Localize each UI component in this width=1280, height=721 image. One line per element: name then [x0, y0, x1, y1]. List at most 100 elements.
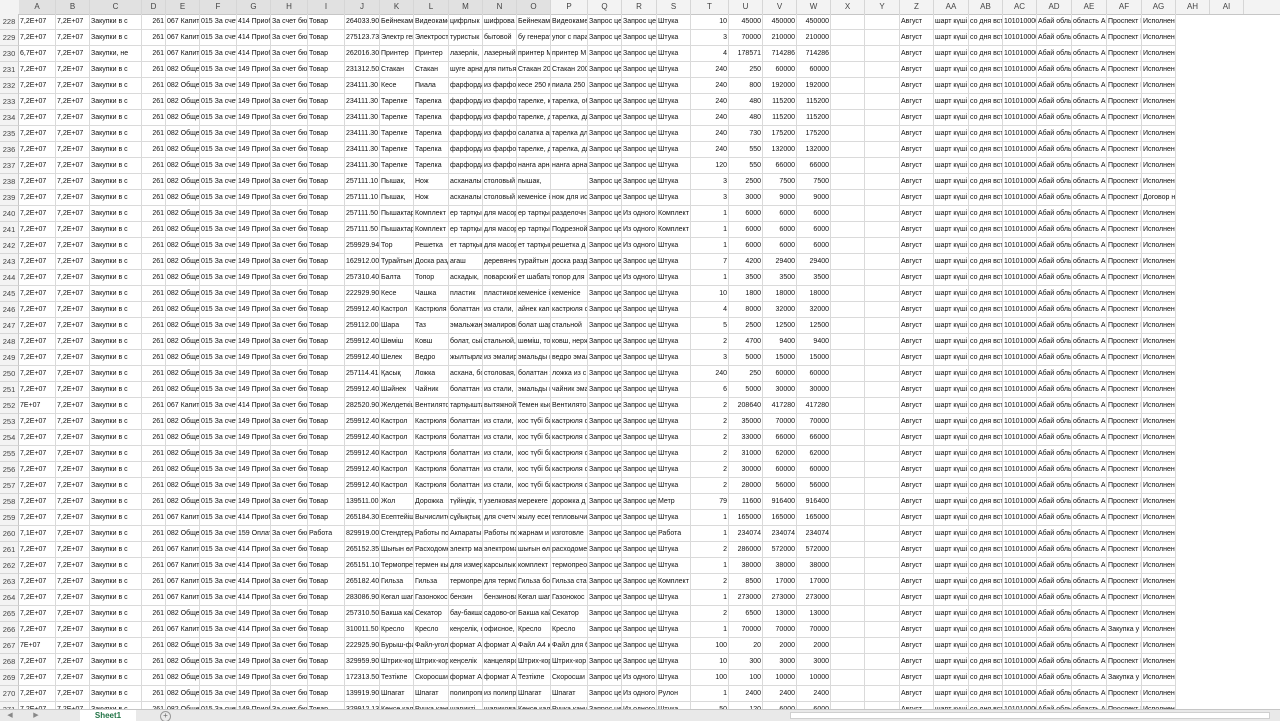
cell[interactable]: 082 Общег: [166, 606, 200, 622]
cell[interactable]: Август: [900, 110, 934, 126]
cell[interactable]: 261: [142, 622, 166, 638]
cell[interactable]: Товар: [308, 462, 345, 478]
cell[interactable]: 35000: [729, 414, 763, 430]
cell[interactable]: 015 За счет: [200, 526, 237, 542]
cell[interactable]: Бурыш-фа: [380, 638, 414, 654]
column-header-a[interactable]: A: [19, 0, 56, 14]
cell[interactable]: болат шар: [517, 318, 551, 334]
cell[interactable]: 18000: [763, 286, 797, 302]
cell[interactable]: шарт күшi: [934, 542, 969, 558]
cell[interactable]: 7,2E+07: [19, 238, 56, 254]
cell[interactable]: 6000: [763, 238, 797, 254]
cell[interactable]: Штука: [657, 510, 691, 526]
cell[interactable]: столовый: [483, 190, 517, 206]
sheet-tab-sheet1[interactable]: Sheet1: [80, 710, 136, 721]
column-header-r[interactable]: R: [622, 0, 657, 14]
cell[interactable]: Кастрюля: [414, 302, 449, 318]
cell[interactable]: область Абай, г.Семей: [1072, 286, 1107, 302]
cell[interactable]: Секатор: [551, 606, 588, 622]
cell[interactable]: Товар: [308, 510, 345, 526]
cell[interactable]: [831, 222, 865, 238]
cell[interactable]: область Абай, г.Семей: [1072, 190, 1107, 206]
cell[interactable]: [865, 526, 900, 542]
cell[interactable]: Абай облы: [1037, 350, 1072, 366]
cell[interactable]: 082 Общег: [166, 494, 200, 510]
cell[interactable]: 60000: [797, 62, 831, 78]
cell[interactable]: Кенсе кала: [517, 702, 551, 709]
cell[interactable]: область Абай, г.Семей: [1072, 334, 1107, 350]
cell[interactable]: 714286: [797, 46, 831, 62]
cell[interactable]: 015 За счет: [200, 398, 237, 414]
cell[interactable]: 257310.50: [345, 606, 380, 622]
cell[interactable]: 149 Приоб: [237, 142, 271, 158]
cell[interactable]: 015 За счет: [200, 318, 237, 334]
cell[interactable]: 149 Приоб: [237, 702, 271, 709]
cell[interactable]: область Абай, г.Семей: [1072, 78, 1107, 94]
cell[interactable]: шарт күшi: [934, 126, 969, 142]
cell[interactable]: За счет бю: [271, 302, 308, 318]
cell[interactable]: 7,2E+07: [19, 286, 56, 302]
cell[interactable]: Запрос це: [588, 286, 622, 302]
cell[interactable]: Август: [900, 686, 934, 702]
cell[interactable]: Абай облы: [1037, 46, 1072, 62]
cell[interactable]: 261: [142, 702, 166, 709]
cell[interactable]: 259912.40: [345, 446, 380, 462]
cell[interactable]: Тарелка: [414, 110, 449, 126]
cell[interactable]: [865, 638, 900, 654]
cell[interactable]: 265151.10: [345, 558, 380, 574]
cell[interactable]: Исполнен: [1142, 238, 1176, 254]
horizontal-scrollbar[interactable]: [790, 712, 1270, 719]
cell[interactable]: кастрюля с: [551, 302, 588, 318]
cell[interactable]: Топор: [414, 270, 449, 286]
cell[interactable]: Запрос це: [588, 46, 622, 62]
cell[interactable]: Запрос це: [622, 158, 657, 174]
cell[interactable]: 7,2E+07: [56, 510, 90, 526]
column-header-ai[interactable]: AI: [1210, 0, 1244, 14]
cell[interactable]: турайтын т: [517, 254, 551, 270]
cell[interactable]: Запрос це: [588, 510, 622, 526]
cell[interactable]: Проспект М: [1107, 350, 1142, 366]
cell[interactable]: из стали, в: [483, 462, 517, 478]
cell[interactable]: 101010000: [1003, 510, 1037, 526]
cell[interactable]: кастрюля с: [551, 446, 588, 462]
cell[interactable]: тарелке, ке: [517, 94, 551, 110]
cell[interactable]: Запрос це: [588, 494, 622, 510]
cell[interactable]: 60000: [763, 462, 797, 478]
cell[interactable]: 2: [691, 398, 729, 414]
cell[interactable]: 101010000: [1003, 222, 1037, 238]
cell[interactable]: болаттан ж: [449, 414, 483, 430]
cell[interactable]: Закупки в с: [90, 78, 142, 94]
cell[interactable]: 101010000: [1003, 446, 1037, 462]
cell[interactable]: 7,2E+07: [19, 686, 56, 702]
cell[interactable]: 082 Общег: [166, 318, 200, 334]
cell[interactable]: Товар: [308, 174, 345, 190]
cell[interactable]: 082 Общег: [166, 654, 200, 670]
row-header[interactable]: 249: [0, 350, 19, 366]
cell[interactable]: За счет бю: [271, 590, 308, 606]
cell[interactable]: Проспект М: [1107, 366, 1142, 382]
cell[interactable]: Пышактар: [380, 222, 414, 238]
cell[interactable]: 101010000: [1003, 462, 1037, 478]
cell[interactable]: 261: [142, 222, 166, 238]
cell[interactable]: Абай облы: [1037, 78, 1072, 94]
cell[interactable]: Август: [900, 238, 934, 254]
cell[interactable]: 7,2E+07: [19, 206, 56, 222]
cell[interactable]: 100: [729, 670, 763, 686]
cell[interactable]: Запрос це: [588, 574, 622, 590]
cell[interactable]: 101010000: [1003, 46, 1037, 62]
cell[interactable]: 015 За счет: [200, 670, 237, 686]
cell[interactable]: Работы по: [414, 526, 449, 542]
cell[interactable]: 7,2E+07: [19, 174, 56, 190]
cell[interactable]: За счет бю: [271, 14, 308, 30]
cell[interactable]: Пиала: [414, 78, 449, 94]
cell[interactable]: Шөміш: [380, 334, 414, 350]
column-header-o[interactable]: O: [517, 0, 551, 14]
cell[interactable]: формат А4: [483, 638, 517, 654]
cell[interactable]: 082 Общег: [166, 142, 200, 158]
cell[interactable]: Штрих-кор: [517, 654, 551, 670]
cell[interactable]: 234074: [797, 526, 831, 542]
cell[interactable]: шарт күшi: [934, 526, 969, 542]
cell[interactable]: 414 Приоб: [237, 14, 271, 30]
cell[interactable]: Видеокаме: [551, 14, 588, 30]
cell[interactable]: 3000: [763, 654, 797, 670]
